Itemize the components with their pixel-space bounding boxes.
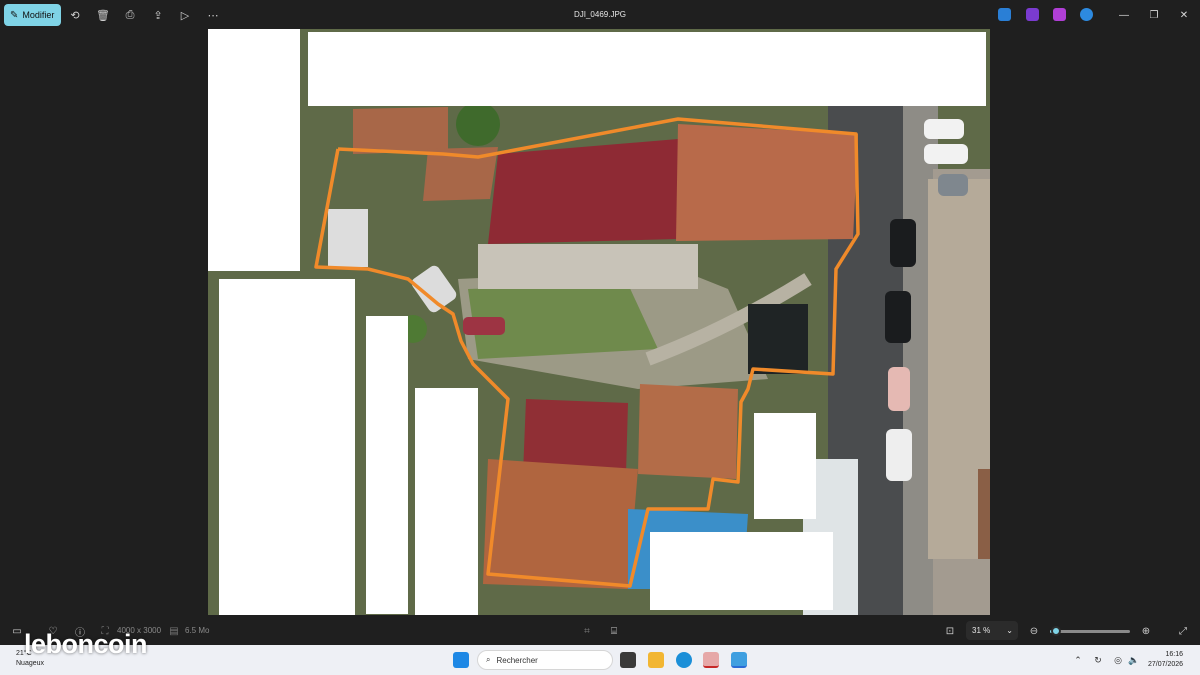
redaction-block [754, 413, 816, 519]
zoom-slider[interactable] [1050, 626, 1130, 636]
show-hidden-icons-icon[interactable]: ⌃ [1072, 654, 1084, 666]
clock-time: 16:16 [1165, 651, 1184, 658]
system-clock[interactable]: 16:16 27/07/2026 [1148, 650, 1183, 670]
aerial-photo-drawing [208, 29, 990, 615]
tile-roof-main [676, 124, 858, 241]
designer-app-icon[interactable] [1026, 8, 1039, 21]
chevron-down-icon: ⌄ [1006, 626, 1013, 635]
edit-button-label: Modifier [22, 10, 55, 20]
red-roof-main [488, 139, 678, 244]
window-title: DJI_0469.JPG [573, 10, 627, 19]
zoom-level: 31 % [972, 626, 991, 635]
photos-app-icon[interactable] [998, 8, 1011, 21]
weather-description: Nuageux [16, 660, 45, 667]
photo-viewer-window: ✎ Modifier ⟲ 🗑 ⎙ ⇪ ▷ ⋯ DJI_0469.JPG — ❐ … [0, 0, 1200, 645]
zoom-slider-thumb[interactable] [1051, 626, 1062, 636]
zoom-level-select[interactable]: 31 % ⌄ [966, 621, 1018, 640]
start-menu-icon[interactable] [453, 652, 469, 668]
sync-icon[interactable]: ↻ [1092, 654, 1104, 666]
photos-taskbar-icon[interactable] [731, 652, 747, 668]
clock-date: 27/07/2026 [1148, 661, 1184, 668]
share-icon[interactable]: ⇪ [150, 7, 166, 23]
network-icon[interactable]: ◎ [1112, 654, 1124, 666]
redaction-block [366, 316, 408, 614]
restore-icon[interactable]: ❐ [1145, 6, 1163, 24]
watermark-logo: leboncoin [24, 629, 148, 659]
zoom-out-icon[interactable]: ⊖ [1027, 624, 1041, 638]
tile-roof-south [483, 459, 638, 589]
title-bar: ✎ Modifier ⟲ 🗑 ⎙ ⇪ ▷ ⋯ DJI_0469.JPG — ❐ … [0, 0, 1200, 30]
zoom-in-icon[interactable]: ⊕ [1139, 624, 1153, 638]
clipchamp-app-icon[interactable] [1053, 8, 1066, 21]
delete-icon[interactable]: 🗑 [95, 7, 111, 23]
redaction-block [308, 32, 986, 106]
taskbar-search[interactable]: ⌕ Rechercher [477, 650, 613, 670]
redaction-block [208, 29, 300, 271]
edit-icon: ✎ [10, 9, 19, 21]
edge-browser-icon[interactable] [676, 652, 692, 668]
aerial-photo[interactable] [208, 29, 990, 615]
pinned-app-icon[interactable] [703, 652, 719, 668]
redaction-block [219, 279, 355, 615]
redaction-block [650, 532, 833, 610]
search-placeholder: Rechercher [496, 655, 538, 665]
status-bar: ▭ ♡ ⓘ ⛶ 4000 x 3000 ▤ 6.5 Mo ⌗ ⌸ ⊡ 31 % … [0, 616, 1200, 645]
fit-screen-icon[interactable]: ⊡ [943, 624, 957, 638]
file-size: 6.5 Mo [185, 626, 210, 635]
print-icon[interactable]: ⎙ [122, 7, 138, 23]
onedrive-icon[interactable] [1080, 8, 1093, 21]
minimize-icon[interactable]: — [1115, 6, 1133, 24]
task-view-icon[interactable] [620, 652, 636, 668]
file-size-icon: ▤ [169, 625, 179, 637]
fullscreen-icon[interactable]: ⤢ [1176, 624, 1190, 638]
more-icon[interactable]: ⋯ [205, 7, 221, 23]
rotate-icon[interactable]: ⟲ [67, 7, 83, 23]
search-icon: ⌕ [486, 655, 491, 664]
visual-search-icon[interactable]: ⌸ [607, 624, 621, 638]
crop-icon[interactable]: ⌗ [580, 624, 594, 638]
filmstrip-icon[interactable]: ▭ [10, 624, 24, 638]
close-icon[interactable]: ✕ [1175, 6, 1193, 24]
edit-button[interactable]: ✎ Modifier [4, 4, 61, 26]
slideshow-icon[interactable]: ▷ [177, 7, 193, 23]
file-explorer-icon[interactable] [648, 652, 664, 668]
redaction-block [415, 388, 478, 615]
taskbar: 21°C Nuageux leboncoin ⌕ Rechercher ⌃ ↻ … [0, 629, 1200, 675]
volume-icon[interactable]: 🔈 [1128, 654, 1140, 666]
